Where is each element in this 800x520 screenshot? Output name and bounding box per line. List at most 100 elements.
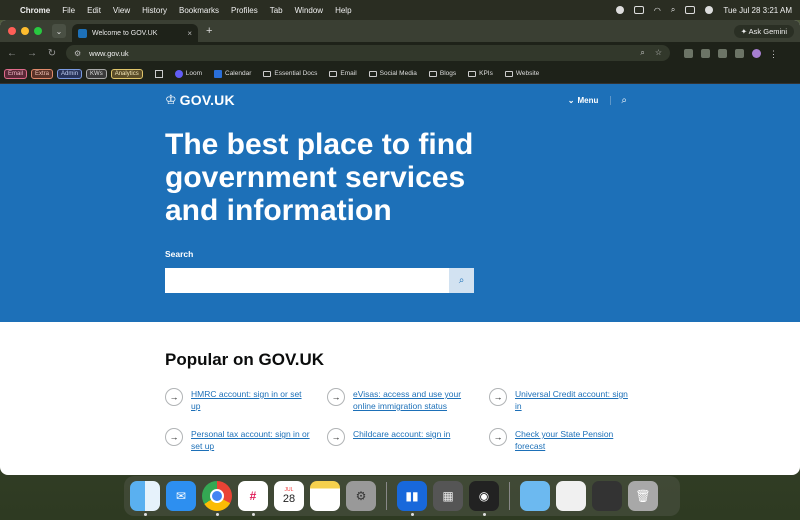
popular-link-personal-tax[interactable]: Personal tax account: sign in or set up	[191, 428, 311, 452]
menu-history[interactable]: History	[142, 6, 167, 15]
reload-icon[interactable]: ↻	[46, 48, 58, 59]
extension-icon-3[interactable]	[718, 48, 727, 58]
mail-icon[interactable]: ✉	[166, 481, 196, 511]
menu-view[interactable]: View	[113, 6, 130, 15]
record-icon[interactable]	[615, 6, 624, 14]
bookmark-social-media[interactable]: Social Media	[368, 70, 417, 77]
popular-link-universal-credit[interactable]: Universal Credit account: sign in	[515, 388, 635, 412]
apps-grid-bookmark[interactable]	[154, 69, 163, 78]
govuk-favicon-icon	[78, 28, 87, 38]
bookmark-loom[interactable]: Loom	[174, 69, 202, 78]
menubar-clock[interactable]: Tue Jul 28 3:21 AM	[723, 6, 792, 15]
popular-link-hmrc[interactable]: HMRC account: sign in or set up	[191, 388, 311, 412]
chevron-down-icon: ⌄	[567, 95, 575, 105]
close-window-button[interactable]	[8, 27, 16, 35]
bookmark-website[interactable]: Website	[504, 70, 539, 77]
slack-icon[interactable]: #	[238, 481, 268, 516]
menu-bookmarks[interactable]: Bookmarks	[179, 6, 219, 15]
menu-app-name[interactable]: Chrome	[20, 6, 50, 15]
menu-edit[interactable]: Edit	[87, 6, 101, 15]
dock-separator	[509, 482, 510, 510]
window-thumbnail-icon[interactable]	[592, 481, 622, 511]
bookmark-essential-docs[interactable]: Essential Docs	[263, 70, 317, 77]
profile-avatar[interactable]	[752, 48, 761, 58]
zoom-window-button[interactable]	[34, 27, 42, 35]
finder-icon[interactable]	[130, 481, 160, 516]
menu-tab[interactable]: Tab	[270, 6, 283, 15]
calculator-icon[interactable]: ▦	[433, 481, 463, 511]
bookmark-star-icon[interactable]: ☆	[655, 48, 662, 58]
minimize-window-button[interactable]	[21, 27, 29, 35]
search-submit-button[interactable]: ⌕	[449, 268, 474, 293]
folder-icon	[263, 70, 272, 77]
popular-links-grid: → HMRC account: sign in or set up → eVisas…	[165, 388, 635, 452]
tab-govuk[interactable]: Welcome to GOV.UK ×	[72, 24, 198, 42]
search-icon: ⌕	[458, 275, 465, 286]
popular-link-evisas[interactable]: eVisas: access and use your online immig…	[353, 388, 473, 412]
forward-icon[interactable]: →	[26, 48, 38, 59]
battery-icon[interactable]	[633, 6, 644, 14]
govuk-logo[interactable]: GOV.UK	[180, 92, 235, 108]
bookmark-email[interactable]: Email	[329, 70, 357, 77]
trash-icon[interactable]: 🗑	[628, 481, 658, 511]
arrow-right-icon: →	[489, 388, 507, 406]
menu-window[interactable]: Window	[295, 6, 323, 15]
bookmark-kpis[interactable]: KPIs	[468, 70, 493, 77]
bookmark-label: Calendar	[225, 70, 252, 77]
extension-icon-2[interactable]	[701, 48, 710, 58]
url-text[interactable]: www.gov.uk	[89, 49, 128, 58]
bookmark-blogs[interactable]: Blogs	[428, 70, 456, 77]
menu-help[interactable]: Help	[335, 6, 351, 15]
folder-icon	[329, 70, 338, 77]
calendar-app-icon[interactable]: JUL 28	[274, 481, 304, 511]
bookmark-calendar[interactable]: Calendar	[214, 69, 252, 78]
search-icon[interactable]: ⌕	[671, 5, 675, 15]
header-search-icon[interactable]: ⌕	[621, 95, 627, 106]
extensions-puzzle-icon[interactable]	[735, 48, 744, 58]
zoom-icon[interactable]: ⌕	[640, 48, 644, 58]
site-info-icon[interactable]: ⚙	[74, 49, 81, 58]
search-input[interactable]	[165, 268, 449, 293]
popular-item: → Universal Credit account: sign in	[489, 388, 635, 412]
govuk-hero: ♔ GOV.UK ⌄ Menu ⌕ The best place to find …	[0, 84, 800, 322]
popular-link-state-pension[interactable]: Check your State Pension forecast	[515, 428, 635, 452]
address-bar[interactable]: ⚙ www.gov.uk ⌕ ☆	[66, 45, 670, 61]
bookmark-pill-analytics[interactable]: Analytics	[110, 68, 143, 79]
wifi-icon[interactable]: ◠	[654, 6, 661, 15]
extension-icon-1[interactable]	[684, 48, 693, 58]
bookmark-pill-email[interactable]: Email	[4, 68, 28, 79]
browser-toolbar: ← → ↻ ⚙ www.gov.uk ⌕ ☆ ⋮	[0, 42, 800, 64]
document-thumbnail-icon[interactable]	[556, 481, 586, 511]
figma-icon[interactable]: ◉	[469, 481, 499, 516]
notes-icon[interactable]	[310, 481, 340, 511]
menu-button[interactable]: ⌄ Menu	[567, 95, 612, 105]
system-settings-icon[interactable]: ⚙	[346, 481, 376, 511]
menu-file[interactable]: File	[62, 6, 75, 15]
bookmark-pill-admin[interactable]: Admin	[57, 68, 83, 79]
new-tab-button[interactable]: +	[206, 25, 212, 37]
downloads-folder-icon[interactable]	[520, 481, 550, 511]
ask-gemini-button[interactable]: ✦ Ask Gemini	[733, 24, 794, 38]
siri-icon[interactable]	[705, 6, 714, 14]
trello-icon[interactable]: ▮▮	[397, 481, 427, 516]
bookmark-label: Social Media	[379, 70, 417, 77]
arrow-right-icon: →	[165, 388, 183, 406]
menu-profiles[interactable]: Profiles	[231, 6, 258, 15]
popular-link-childcare[interactable]: Childcare account: sign in	[353, 428, 473, 440]
popular-item: → Check your State Pension forecast	[489, 428, 635, 452]
loom-icon	[174, 69, 183, 78]
search-label: Search	[165, 249, 194, 259]
close-tab-icon[interactable]: ×	[187, 29, 192, 38]
bookmark-pill-extra[interactable]: Extra	[31, 68, 54, 79]
popular-item: → Personal tax account: sign in or set up	[165, 428, 327, 452]
chrome-icon[interactable]	[202, 481, 232, 516]
chrome-menu-icon[interactable]: ⋮	[769, 49, 778, 59]
arrow-right-icon: →	[489, 428, 507, 446]
bookmark-label: Essential Docs	[274, 70, 318, 77]
bookmark-pill-kws[interactable]: KWs	[86, 68, 107, 79]
back-icon[interactable]: ←	[6, 48, 18, 59]
folder-icon	[428, 70, 437, 77]
tab-search-button[interactable]: ⌄	[52, 24, 66, 38]
popular-item: → HMRC account: sign in or set up	[165, 388, 327, 412]
control-center-icon[interactable]	[685, 6, 696, 14]
